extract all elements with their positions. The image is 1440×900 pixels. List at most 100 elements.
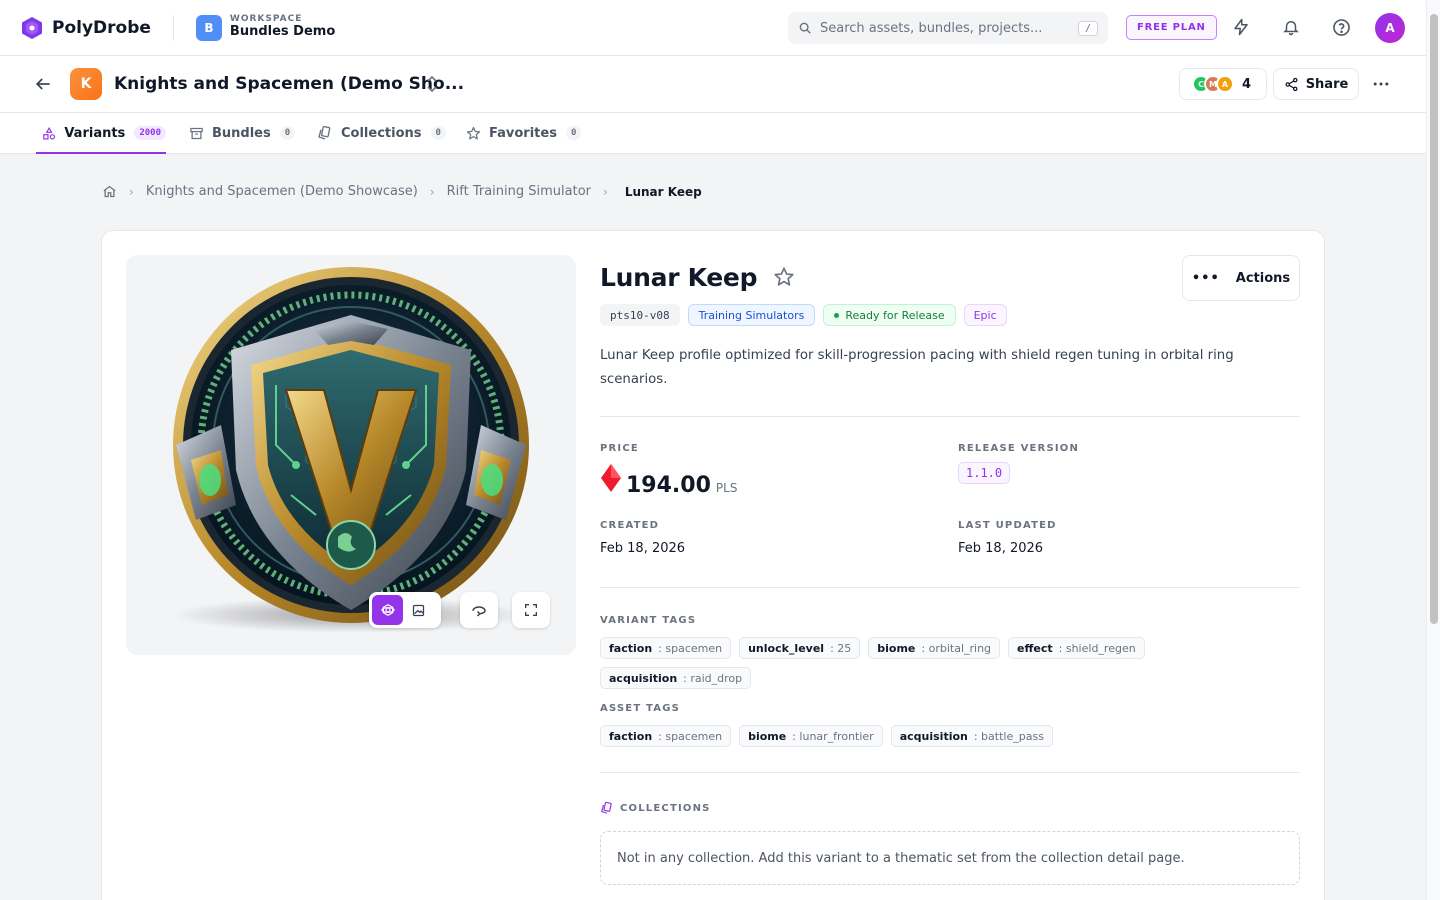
breadcrumb-bundle[interactable]: Rift Training Simulator [447,184,591,199]
breadcrumb-current: Lunar Keep [624,184,702,199]
search-input[interactable]: Search assets, bundles, projects... / [788,12,1108,44]
tag-key: faction [609,641,653,655]
share-icon [1285,77,1298,91]
asset-tags: faction: spacemen biome: lunar_frontier … [600,725,1300,755]
variant-code: pts10-v08 [600,304,680,326]
image-view-button[interactable] [403,595,434,625]
variant-chips: pts10-v08 Training Simulators Ready for … [600,304,1300,326]
star-icon [466,126,481,140]
price-value: 194.00 [626,473,711,498]
actions-label: Actions [1235,270,1291,286]
plan-badge[interactable]: FREE PLAN [1126,15,1217,40]
search-placeholder: Search assets, bundles, projects... [820,20,1043,36]
tab-favorites[interactable]: Favorites 0 [466,113,582,153]
tag-key: faction [609,729,653,743]
actions-button[interactable]: ••• Actions [1182,255,1300,301]
rotate-button[interactable] [460,592,498,628]
divider [600,772,1300,773]
collections-icon [601,801,612,814]
variant-preview [126,255,576,655]
app-logo[interactable]: PolyDrobe [20,16,151,40]
breadcrumb-project[interactable]: Knights and Spacemen (Demo Showcase) [146,184,418,199]
home-icon[interactable] [102,184,117,199]
tag-value: : spacemen [658,729,723,743]
tag-value: : battle_pass [973,729,1044,743]
page-scrollbar[interactable] [1426,0,1440,900]
workspace-switcher[interactable]: B WORKSPACE Bundles Demo [195,14,336,41]
fullscreen-button[interactable] [512,592,550,628]
breadcrumb: › Knights and Spacemen (Demo Showcase) ›… [102,184,702,199]
project-title[interactable]: Knights and Spacemen (Demo Sho... [114,74,464,94]
search-icon [799,22,811,34]
tag[interactable]: faction : spacemen [600,637,732,659]
more-horizontal-icon: ••• [1191,270,1220,286]
chevron-up-down-icon[interactable] [424,74,440,94]
diamond-gem-icon [601,464,621,492]
tab-count: 2000 [134,126,166,140]
tab-label: Bundles [212,125,271,141]
tab-count: 0 [279,126,296,140]
bell-icon[interactable] [1280,16,1302,38]
chevron-right-icon: › [429,184,435,199]
tab-label: Variants [64,125,126,141]
3d-cube-icon [380,603,395,617]
category-badge[interactable]: Training Simulators [687,304,816,326]
tab-bundles[interactable]: Bundles 0 [189,113,296,153]
tag-key: biome [748,729,787,743]
box-icon [190,127,203,139]
variant-title: Lunar Keep [600,262,758,292]
image-icon [412,604,425,616]
user-avatar[interactable]: A [1375,13,1405,43]
rotate-icon [472,606,486,617]
release-version-value: 1.1.0 [958,462,1011,484]
updated-label: LAST UPDATED [958,520,1057,531]
scrollbar-thumb[interactable] [1430,14,1438,624]
shield-emblem-image [171,267,531,633]
tag[interactable]: faction : spacemen [600,725,732,747]
tab-count: 0 [565,126,582,140]
tab-collections[interactable]: Collections 0 [317,113,446,153]
search-shortcut: / [1077,20,1098,36]
lightning-icon[interactable] [1230,16,1252,38]
tag-key: acquisition [899,729,968,743]
favorite-star-icon[interactable] [773,266,795,288]
workspace-badge: B [195,14,222,41]
variant-tags: faction : spacemen unlock_level: 25 biome… [600,637,1300,697]
app-name: PolyDrobe [52,17,151,38]
release-version-label: RELEASE VERSION [958,443,1080,454]
tag[interactable]: biome: orbital_ring [868,637,1001,659]
view-mode-toggle [369,592,441,628]
tag[interactable]: biome: lunar_frontier [739,725,883,747]
variant-meta: PRICE 194.00 PLS RELEASE VERSION 1.1.0 C… [600,417,1300,587]
tag-key: acquisition [609,671,678,685]
tag-value: : 25 [830,641,852,655]
created-label: CREATED [600,520,660,531]
back-arrow-icon[interactable] [33,74,53,94]
asset-tags-label: ASSET TAGS [600,703,681,714]
status-dot-icon [834,312,840,318]
tag-key: biome [877,641,916,655]
project-bar: K Knights and Spacemen (Demo Sho... C M … [0,56,1426,113]
project-tabs: Variants 2000 Bundles 0 Collections 0 Fa… [0,113,1426,154]
tab-variants[interactable]: Variants 2000 [36,113,166,154]
share-label: Share [1305,76,1349,92]
tag[interactable]: unlock_level: 25 [739,637,861,659]
rarity-badge: Epic [963,304,1007,326]
tag[interactable]: acquisition : battle_pass [890,725,1053,747]
variant-tags-label: VARIANT TAGS [600,615,697,626]
help-icon[interactable] [1330,16,1352,38]
variant-detail-card: Lunar Keep ••• Actions pts10-v08 Trainin… [101,230,1325,900]
divider [600,587,1300,588]
tab-label: Collections [341,125,422,141]
created-date: Feb 18, 2026 [600,541,686,556]
tag-value: : spacemen [658,641,723,655]
share-button[interactable]: Share [1273,68,1359,100]
more-horizontal-icon[interactable] [1371,74,1391,94]
workspace-name: Bundles Demo [229,24,336,40]
polydrobe-logo-icon [22,16,42,39]
3d-view-button[interactable] [372,595,403,625]
tag[interactable]: effect: shield_regen [1008,637,1145,659]
collaborators-button[interactable]: C M A 4 [1179,68,1267,100]
tag[interactable]: acquisition: raid_drop [600,667,752,689]
collections-icon [318,125,331,140]
